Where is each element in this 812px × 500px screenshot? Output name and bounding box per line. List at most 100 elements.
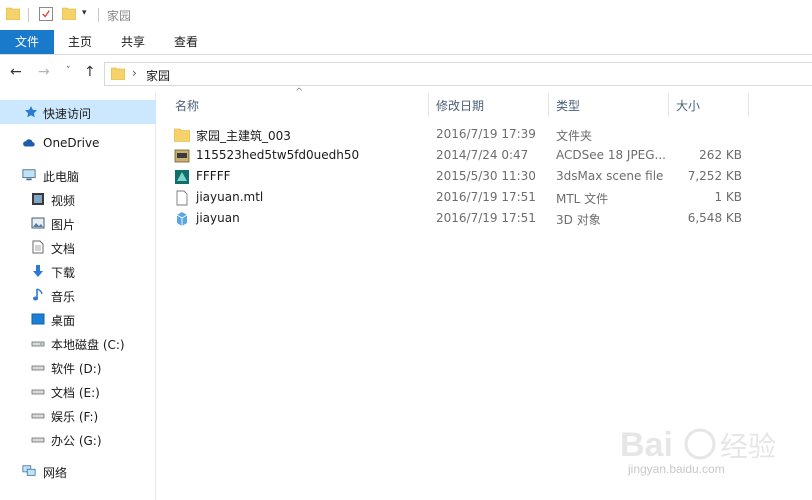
recent-locations-button[interactable]: ˅ <box>66 66 71 76</box>
file-name: jiayuan.mtl <box>196 190 264 204</box>
picture-icon <box>31 217 45 229</box>
file-name: 家园_主建筑_003 <box>196 129 291 143</box>
3d-object-icon <box>176 212 188 226</box>
window-title: 家园 <box>107 9 132 23</box>
nav-item-drive-g[interactable]: 办公 (G:) <box>0 427 156 451</box>
column-headers: ^ 名称 修改日期 类型 大小 <box>158 87 812 117</box>
file-name: 115523hed5tw5fd0uedh50 <box>196 148 360 162</box>
nav-item-downloads[interactable]: 下载 <box>0 259 156 283</box>
file-icon <box>176 190 188 206</box>
svg-text:经验: 经验 <box>720 430 776 463</box>
drive-icon <box>31 365 45 371</box>
pc-icon <box>22 169 36 181</box>
toolbar-separator <box>28 8 29 22</box>
column-divider[interactable] <box>748 93 749 117</box>
jpeg-icon <box>174 149 190 163</box>
folder-icon <box>111 67 125 80</box>
nav-item-label: 桌面 <box>51 314 76 328</box>
desktop-icon <box>31 313 45 325</box>
network-icon <box>22 465 36 476</box>
breadcrumb-item[interactable]: 家园 <box>146 67 170 84</box>
column-header-date[interactable]: 修改日期 <box>436 97 484 114</box>
watermark-url: jingyan.baidu.com <box>628 462 725 476</box>
nav-item-network[interactable]: 网络 <box>0 459 156 483</box>
3dsmax-icon <box>175 170 189 184</box>
quick-access-dropdown-icon[interactable]: ▾ <box>82 8 87 18</box>
nav-item-drive-f[interactable]: 娱乐 (F:) <box>0 403 156 427</box>
drive-icon <box>31 413 45 419</box>
video-icon <box>32 193 44 205</box>
new-folder-icon[interactable] <box>62 7 76 20</box>
nav-item-desktop[interactable]: 桌面 <box>0 307 156 331</box>
chevron-right-icon[interactable]: › <box>132 66 137 80</box>
file-date: 2016/7/19 17:51 <box>436 211 536 225</box>
column-divider[interactable] <box>428 93 429 117</box>
properties-icon[interactable] <box>39 7 53 21</box>
nav-item-label: 下载 <box>51 266 76 280</box>
nav-item-drive-e[interactable]: 文档 (E:) <box>0 379 156 403</box>
tab-share[interactable]: 共享 <box>111 30 155 54</box>
file-size: 1 KB <box>714 190 742 204</box>
cloud-icon <box>23 139 35 147</box>
file-date: 2016/7/19 17:39 <box>436 127 536 141</box>
tab-file[interactable]: 文件 <box>0 30 54 54</box>
file-type: 3D 对象 <box>556 213 601 227</box>
file-date: 2015/5/30 11:30 <box>436 169 536 183</box>
file-row[interactable]: jiayuan 2016/7/19 17:51 3D 对象 6,548 KB <box>158 208 812 229</box>
forward-button[interactable]: → <box>38 64 50 80</box>
file-type: 3dsMax scene file <box>556 169 664 183</box>
file-size: 6,548 KB <box>687 211 742 225</box>
nav-item-documents[interactable]: 文档 <box>0 235 156 259</box>
toolbar-separator <box>98 8 99 22</box>
nav-item-label: 视频 <box>51 194 76 208</box>
nav-item-label: 快速访问 <box>43 107 92 121</box>
ribbon-tabs: 文件 主页 共享 查看 <box>0 30 812 55</box>
folder-icon[interactable] <box>6 7 20 20</box>
file-row[interactable]: 115523hed5tw5fd0uedh50 2014/7/24 0:47 AC… <box>158 145 812 166</box>
nav-item-music[interactable]: 音乐 <box>0 283 156 307</box>
tab-view[interactable]: 查看 <box>164 30 208 54</box>
column-header-name[interactable]: 名称 <box>175 97 199 114</box>
navigation-bar: ← → ˅ ↑ › 家园 <box>0 58 812 90</box>
nav-item-label: 图片 <box>51 218 76 232</box>
file-row[interactable]: FFFFF 2015/5/30 11:30 3dsMax scene file … <box>158 166 812 187</box>
nav-item-label: 音乐 <box>51 290 76 304</box>
file-size: 7,252 KB <box>687 169 742 183</box>
nav-item-quick-access[interactable]: 快速访问 <box>0 100 156 124</box>
baidu-watermark-logo: Bai 经验 <box>620 426 776 464</box>
tab-home[interactable]: 主页 <box>58 30 102 54</box>
column-header-size[interactable]: 大小 <box>676 97 700 114</box>
nav-item-this-pc[interactable]: 此电脑 <box>0 163 156 187</box>
nav-item-drive-c[interactable]: 本地磁盘 (C:) <box>0 331 156 355</box>
nav-item-label: OneDrive <box>43 136 100 150</box>
column-divider[interactable] <box>548 93 549 117</box>
download-icon <box>33 265 43 277</box>
address-bar[interactable]: › 家园 <box>104 62 812 86</box>
document-icon <box>32 240 44 254</box>
title-bar: ▾ 家园 <box>0 0 812 30</box>
nav-item-label: 软件 (D:) <box>51 362 102 376</box>
file-size: 262 KB <box>699 148 742 162</box>
column-divider[interactable] <box>668 93 669 117</box>
file-row[interactable]: 家园_主建筑_003 2016/7/19 17:39 文件夹 <box>158 124 812 145</box>
back-button[interactable]: ← <box>10 64 22 80</box>
drive-icon <box>31 341 45 347</box>
nav-item-onedrive[interactable]: OneDrive <box>0 131 156 155</box>
nav-item-label: 本地磁盘 (C:) <box>51 338 125 352</box>
file-type: ACDSee 18 JPEG... <box>556 148 666 162</box>
nav-item-drive-d[interactable]: 软件 (D:) <box>0 355 156 379</box>
file-name: FFFFF <box>196 169 231 183</box>
file-row[interactable]: jiayuan.mtl 2016/7/19 17:51 MTL 文件 1 KB <box>158 187 812 208</box>
nav-item-pictures[interactable]: 图片 <box>0 211 156 235</box>
file-date: 2014/7/24 0:47 <box>436 148 529 162</box>
nav-item-videos[interactable]: 视频 <box>0 187 156 211</box>
nav-item-label: 文档 (E:) <box>51 386 100 400</box>
file-date: 2016/7/19 17:51 <box>436 190 536 204</box>
nav-item-label: 办公 (G:) <box>51 434 102 448</box>
up-button[interactable]: ↑ <box>84 64 96 80</box>
column-header-type[interactable]: 类型 <box>556 97 580 114</box>
file-name: jiayuan <box>196 211 240 225</box>
navigation-pane: 快速访问 OneDrive 此电脑 视频 图片 文档 下载 音乐 桌面 本地磁盘… <box>0 93 156 500</box>
music-icon <box>33 288 43 301</box>
svg-text:Bai: Bai <box>620 426 673 464</box>
